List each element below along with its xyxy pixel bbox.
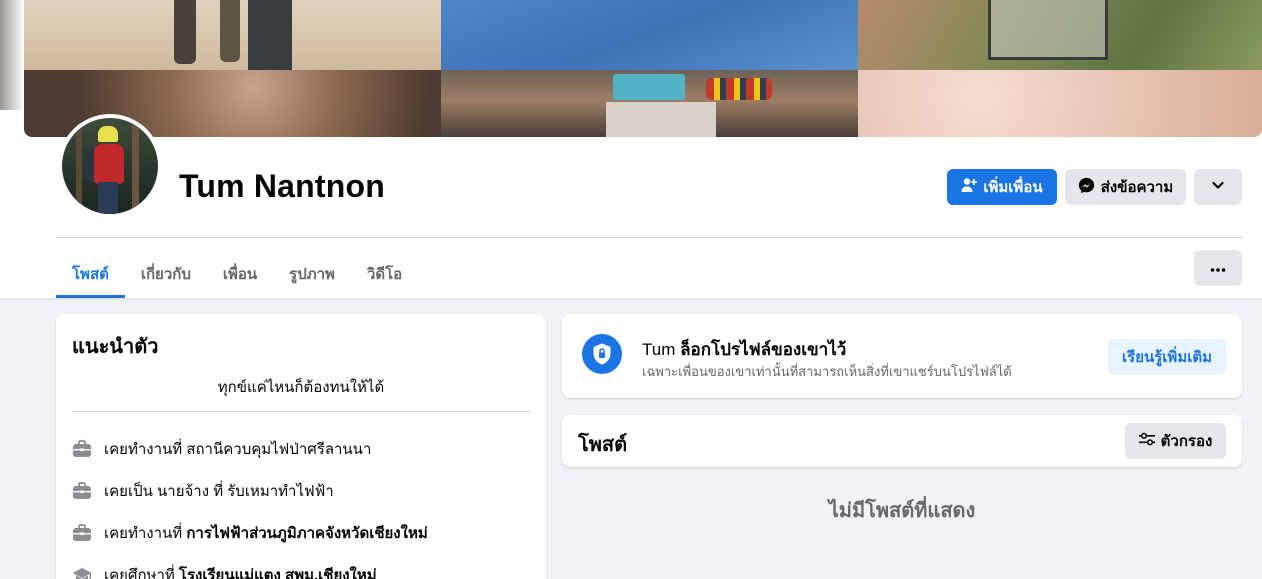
intro-item-text: เคยทำงานที่ สถานีควบคุมไฟป่าศรีลานนา	[104, 441, 372, 458]
intro-item-work: เคยทำงานที่ สถานีควบคุมไฟป่าศรีลานนา	[72, 428, 530, 470]
intro-item-text: เคยทำงานที่ การไฟฟ้าส่วนภูมิภาคจังหวัดเช…	[104, 525, 428, 542]
briefcase-icon	[72, 523, 92, 543]
chevron-down-icon	[1211, 178, 1225, 196]
briefcase-icon	[72, 439, 92, 459]
header-divider	[56, 237, 1242, 238]
intro-item-text: เคยศึกษาที่ โรงเรียนแม่แตง สพม.เชียงใหม่	[104, 563, 377, 579]
filter-button[interactable]: ตัวกรอง	[1125, 423, 1226, 459]
profile-tabs: โพสต์ เกี่ยวกับ เพื่อน รูปภาพ วิดีโอ	[56, 250, 418, 298]
shield-lock-icon	[582, 334, 622, 374]
filter-label: ตัวกรอง	[1160, 433, 1213, 450]
workplace-link[interactable]: การไฟฟ้าส่วนภูมิภาคจังหวัดเชียงใหม่	[186, 525, 427, 542]
add-friend-button[interactable]: เพิ่มเพื่อน	[947, 169, 1057, 205]
cover-tile	[858, 0, 1262, 70]
cover-edge	[0, 0, 24, 110]
message-label: ส่งข้อความ	[1100, 179, 1174, 196]
add-friend-label: เพิ่มเพื่อน	[983, 179, 1043, 196]
intro-list: เคยทำงานที่ สถานีควบคุมไฟป่าศรีลานนา เคย…	[72, 428, 530, 579]
profile-dropdown-button[interactable]	[1194, 169, 1242, 205]
add-person-icon	[961, 177, 978, 197]
no-posts-message: ไม่มีโพสต์ที่แสดง	[828, 500, 976, 522]
bio-text: ทุกข์แค่ไหนก็ต้องทนให้ได้	[217, 379, 385, 396]
tab-posts[interactable]: โพสต์	[56, 250, 125, 298]
more-options-button[interactable]	[1194, 250, 1242, 286]
intro-card: แนะนำตัว ทุกข์แค่ไหนก็ต้องทนให้ได้ เคยทำ…	[56, 314, 546, 579]
intro-title: แนะนำตัว	[72, 336, 159, 358]
tab-videos[interactable]: วิดีโอ	[351, 250, 418, 298]
profile-header: Tum Nantnon เพิ่มเพื่อน ส่งข้อความ โพสต์…	[0, 0, 1262, 298]
posts-header-card: โพสต์ ตัวกรอง	[562, 415, 1242, 467]
intro-item-work: เคยทำงานที่ การไฟฟ้าส่วนภูมิภาคจังหวัดเช…	[72, 512, 530, 554]
cover-tile	[441, 0, 858, 70]
sliders-icon	[1138, 432, 1155, 450]
locked-profile-card: Tum ล็อกโปรไฟล์ของเขาไว้ เฉพาะเพื่อนของเ…	[562, 314, 1242, 398]
profile-name: Tum Nantnon	[179, 168, 386, 204]
avatar[interactable]	[58, 114, 162, 218]
tab-photos[interactable]: รูปภาพ	[273, 250, 351, 298]
cover-tile	[858, 70, 1262, 137]
lock-title: Tum ล็อกโปรไฟล์ของเขาไว้	[642, 340, 847, 359]
cover-tile	[441, 70, 858, 137]
cover-photo[interactable]	[24, 0, 1262, 137]
intro-item-work: เคยเป็น นายจ้าง ที่ รับเหมาทำไฟฟ้า	[72, 470, 530, 512]
briefcase-icon	[72, 481, 92, 501]
school-link[interactable]: โรงเรียนแม่แตง สพม.เชียงใหม่	[179, 567, 377, 579]
message-button[interactable]: ส่งข้อความ	[1065, 169, 1186, 205]
learn-more-button[interactable]: เรียนรู้เพิ่มเติม	[1108, 339, 1226, 375]
bio-divider	[72, 411, 530, 412]
messenger-icon	[1078, 177, 1095, 198]
tab-friends[interactable]: เพื่อน	[207, 250, 273, 298]
posts-title: โพสต์	[578, 434, 628, 456]
tab-about[interactable]: เกี่ยวกับ	[125, 250, 207, 298]
intro-item-text: เคยเป็น นายจ้าง ที่ รับเหมาทำไฟฟ้า	[104, 483, 334, 500]
lock-subtitle: เฉพาะเพื่อนของเขาเท่านั้นที่สามารถเห็นสิ…	[642, 364, 1012, 379]
cover-tile	[24, 0, 441, 70]
intro-item-education: เคยศึกษาที่ โรงเรียนแม่แตง สพม.เชียงใหม่	[72, 554, 530, 579]
graduation-cap-icon	[72, 565, 92, 579]
ellipsis-icon	[1210, 260, 1226, 277]
